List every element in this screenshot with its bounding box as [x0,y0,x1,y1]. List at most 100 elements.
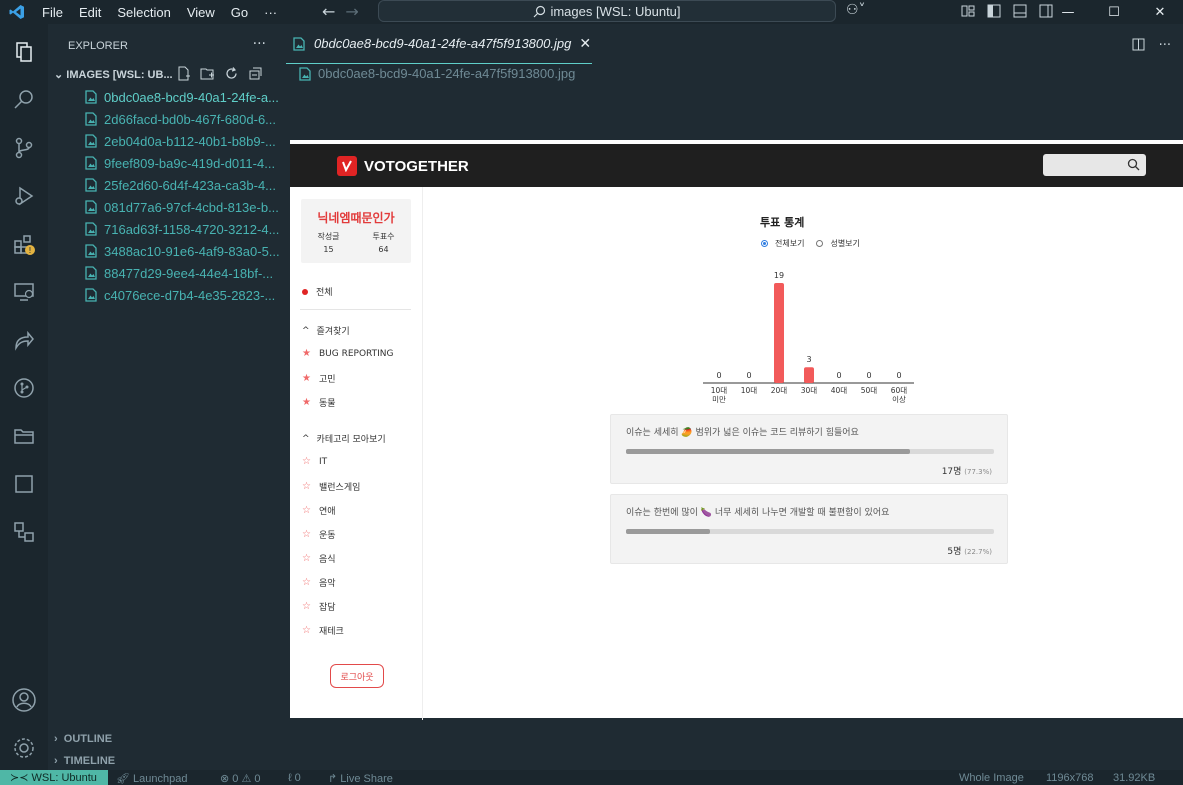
live-share-icon: ↱ [328,773,341,785]
posts-count: 15 [323,245,334,254]
category-item: ☆ 재테크 [302,625,344,637]
menu-view[interactable]: View [187,5,215,20]
remote-indicator[interactable]: ≻≺ WSL: Ubuntu [0,770,108,785]
file-item[interactable]: 081d77a6-97cf-4cbd-813e-b... [84,196,279,218]
chevron-up-icon: ^ [302,433,310,444]
toggle-sidebar-icon[interactable] [986,3,1002,19]
gear-icon[interactable] [0,724,48,772]
close-window-icon[interactable]: ✕ [1137,0,1183,24]
new-folder-icon[interactable] [200,66,215,81]
menu-edit[interactable]: Edit [79,5,101,20]
containers-icon[interactable] [0,508,48,556]
ports-icon: ℓ [288,772,295,784]
minimize-icon[interactable]: — [1045,0,1091,24]
menu-selection[interactable]: Selection [117,5,170,20]
search-icon [534,5,546,17]
run-debug-icon[interactable] [0,172,48,220]
app-header: VOTOGETHER [290,144,1183,187]
timeline-section[interactable]: › TIMELINE [54,755,115,767]
source-control-icon[interactable] [0,124,48,172]
file-item[interactable]: 2eb04d0a-b112-40b1-b8b9-... [84,130,276,152]
toggle-panel-icon[interactable] [1012,3,1028,19]
chart-category-label: 20대 [771,386,788,395]
file-item[interactable]: 0bdc0ae8-bcd9-40a1-24fe-a... [84,86,279,108]
category-item: ☆ 운동 [302,529,336,541]
chart-value-label: 0 [896,371,901,380]
category-item: ☆ 밸런스게임 [302,481,361,493]
explorer-icon[interactable] [0,28,48,76]
category-item: ☆ IT [302,456,328,467]
category-item: ☆ 음악 [302,577,336,589]
vscode-logo-icon [0,0,34,24]
file-item[interactable]: 716ad63f-1158-4720-3212-4... [84,218,279,240]
chart-value-label: 0 [836,371,841,380]
live-share-icon[interactable] [0,316,48,364]
explorer-more-button[interactable]: ··· [253,36,266,52]
outline-section[interactable]: › OUTLINE [54,733,112,745]
search-icon [1127,158,1140,171]
file-size-status: 31.92KB [1113,772,1156,784]
copilot-icon[interactable]: ⚇˅ [846,2,866,18]
refresh-icon[interactable] [224,66,239,81]
launchpad-status[interactable]: 🚀︎ Launchpad [116,772,187,785]
star-outline-icon: ☆ [302,601,311,612]
explorer-title: EXPLORER [68,40,128,52]
search-icon[interactable] [0,76,48,124]
file-item[interactable]: 88477d29-9ee4-44e4-18bf-... [84,262,273,284]
image-file-icon [84,178,98,192]
ports-status[interactable]: ℓ 0 [288,772,301,784]
split-editor-icon[interactable] [1132,38,1145,55]
maximize-icon[interactable]: ☐ [1091,0,1137,24]
menu-more[interactable]: ··· [264,5,277,20]
tab-image[interactable]: 0bdc0ae8-bcd9-40a1-24fe-a47f5f913800.jpg… [286,24,592,64]
image-file-icon [298,66,312,81]
menu-go[interactable]: Go [231,5,248,20]
file-item[interactable]: 9feef809-ba9c-419d-d011-4... [84,152,275,174]
votogether-logo-icon [337,156,357,176]
git-graph-icon[interactable] [0,364,48,412]
file-item[interactable]: 2d66facd-bd0b-467f-680d-6... [84,108,276,130]
favorites-header: ^ 즐겨찾기 [302,325,350,338]
favorite-item: ★ BUG REPORTING [302,348,394,359]
close-icon[interactable]: ✕ [579,35,591,52]
votes-label: 투표수 [372,232,395,241]
star-outline-icon: ☆ [302,505,311,516]
workspace-folder[interactable]: ⌄ IMAGES [WSL: UB... [54,68,173,81]
new-file-icon[interactable] [176,66,191,81]
chevron-right-icon: › [54,733,58,745]
more-actions-icon[interactable]: ··· [1159,38,1171,55]
chart-category-label: 40대 [831,386,848,395]
app-search-input [1043,154,1146,176]
folder-icon[interactable] [0,412,48,460]
vote-option: 이슈는 세세히 🥭 범위가 넓은 이슈는 코드 리뷰하기 힘들어요 17명 (7… [610,414,1008,484]
image-mode-status[interactable]: Whole Image [959,772,1024,784]
customize-layout-icon[interactable] [960,3,976,19]
menu-file[interactable]: File [42,5,63,20]
file-item[interactable]: c4076ece-d7b4-4e35-2823-... [84,284,275,306]
vote-progress-track [626,529,994,534]
collapse-all-icon[interactable] [248,66,263,81]
live-share-status[interactable]: ↱ Live Share [328,772,393,785]
command-center-search[interactable]: images [WSL: Ubuntu] [378,0,836,22]
radio-unchecked-icon [816,240,824,247]
image-file-icon [84,244,98,258]
forward-arrow-icon[interactable]: → [345,2,368,21]
account-icon[interactable] [0,676,48,724]
image-file-icon [84,134,98,148]
image-file-icon [84,156,98,170]
back-arrow-icon[interactable]: ← [322,2,345,21]
problems-status[interactable]: ⊗ 0 ⚠ 0 [220,772,260,785]
remote-explorer-icon[interactable] [0,268,48,316]
status-bar: ≻≺ WSL: Ubuntu 🚀︎ Launchpad ⊗ 0 ⚠ 0 ℓ 0 … [0,770,1183,785]
image-file-icon [84,90,98,104]
file-item[interactable]: 25fe2d60-6d4f-423a-ca3b-4... [84,174,276,196]
image-preview: VOTOGETHER 닉네엠때문인가 작성글 15 투표수 64 전체 ^ 즐겨찾기 … [290,140,1183,720]
extensions-icon[interactable]: ! [0,220,48,268]
square-icon[interactable] [0,460,48,508]
radio-all-label: 전체보기 [775,239,805,248]
file-item[interactable]: 3488ac10-91e6-4af9-83a0-5... [84,240,280,262]
favorite-item: ★ 동물 [302,397,336,409]
breadcrumb-item[interactable]: 0bdc0ae8-bcd9-40a1-24fe-a47f5f913800.jpg [318,66,575,81]
explorer-sidebar: EXPLORER ··· ⌄ IMAGES [WSL: UB... 0bdc0a… [48,24,286,770]
vote-progress-fill [626,529,710,534]
